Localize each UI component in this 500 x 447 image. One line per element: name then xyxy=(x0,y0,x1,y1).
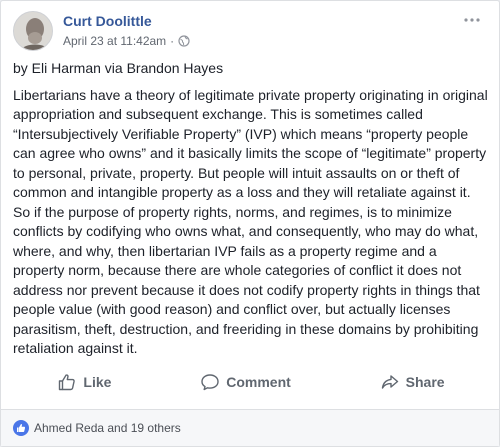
post-text: Libertarians have a theory of legitimate… xyxy=(13,86,488,357)
thumbs-up-icon xyxy=(59,374,76,391)
author-avatar[interactable] xyxy=(13,11,53,51)
comment-button[interactable]: Comment xyxy=(200,372,291,392)
post-header: Curt Doolittle April 23 at 11:42am · xyxy=(13,11,489,53)
reactions-bar: Ahmed Reda and 19 others xyxy=(1,409,499,446)
action-bar: Like Comment Share xyxy=(13,365,489,399)
post-timestamp[interactable]: April 23 at 11:42am xyxy=(63,34,166,48)
like-reaction-icon xyxy=(13,420,29,436)
avatar-portrait xyxy=(14,12,52,50)
more-options-icon[interactable] xyxy=(461,11,483,29)
author-name[interactable]: Curt Doolittle xyxy=(63,13,152,29)
comment-label: Comment xyxy=(226,374,291,390)
globe-icon xyxy=(178,35,190,47)
share-button[interactable]: Share xyxy=(380,372,445,392)
like-label: Like xyxy=(83,374,112,390)
like-button[interactable]: Like xyxy=(57,372,111,392)
post-byline: by Eli Harman via Brandon Hayes xyxy=(13,60,224,76)
post-meta: April 23 at 11:42am · xyxy=(63,34,190,48)
reactions-summary[interactable]: Ahmed Reda and 19 others xyxy=(34,421,181,435)
post-body: by Eli Harman via Brandon Hayes Libertar… xyxy=(13,59,491,359)
share-arrow-icon xyxy=(381,375,398,389)
comment-bubble-icon xyxy=(201,374,219,391)
post-card: Curt Doolittle April 23 at 11:42am · by … xyxy=(0,0,500,447)
share-label: Share xyxy=(405,374,445,390)
meta-separator: · xyxy=(170,34,175,48)
